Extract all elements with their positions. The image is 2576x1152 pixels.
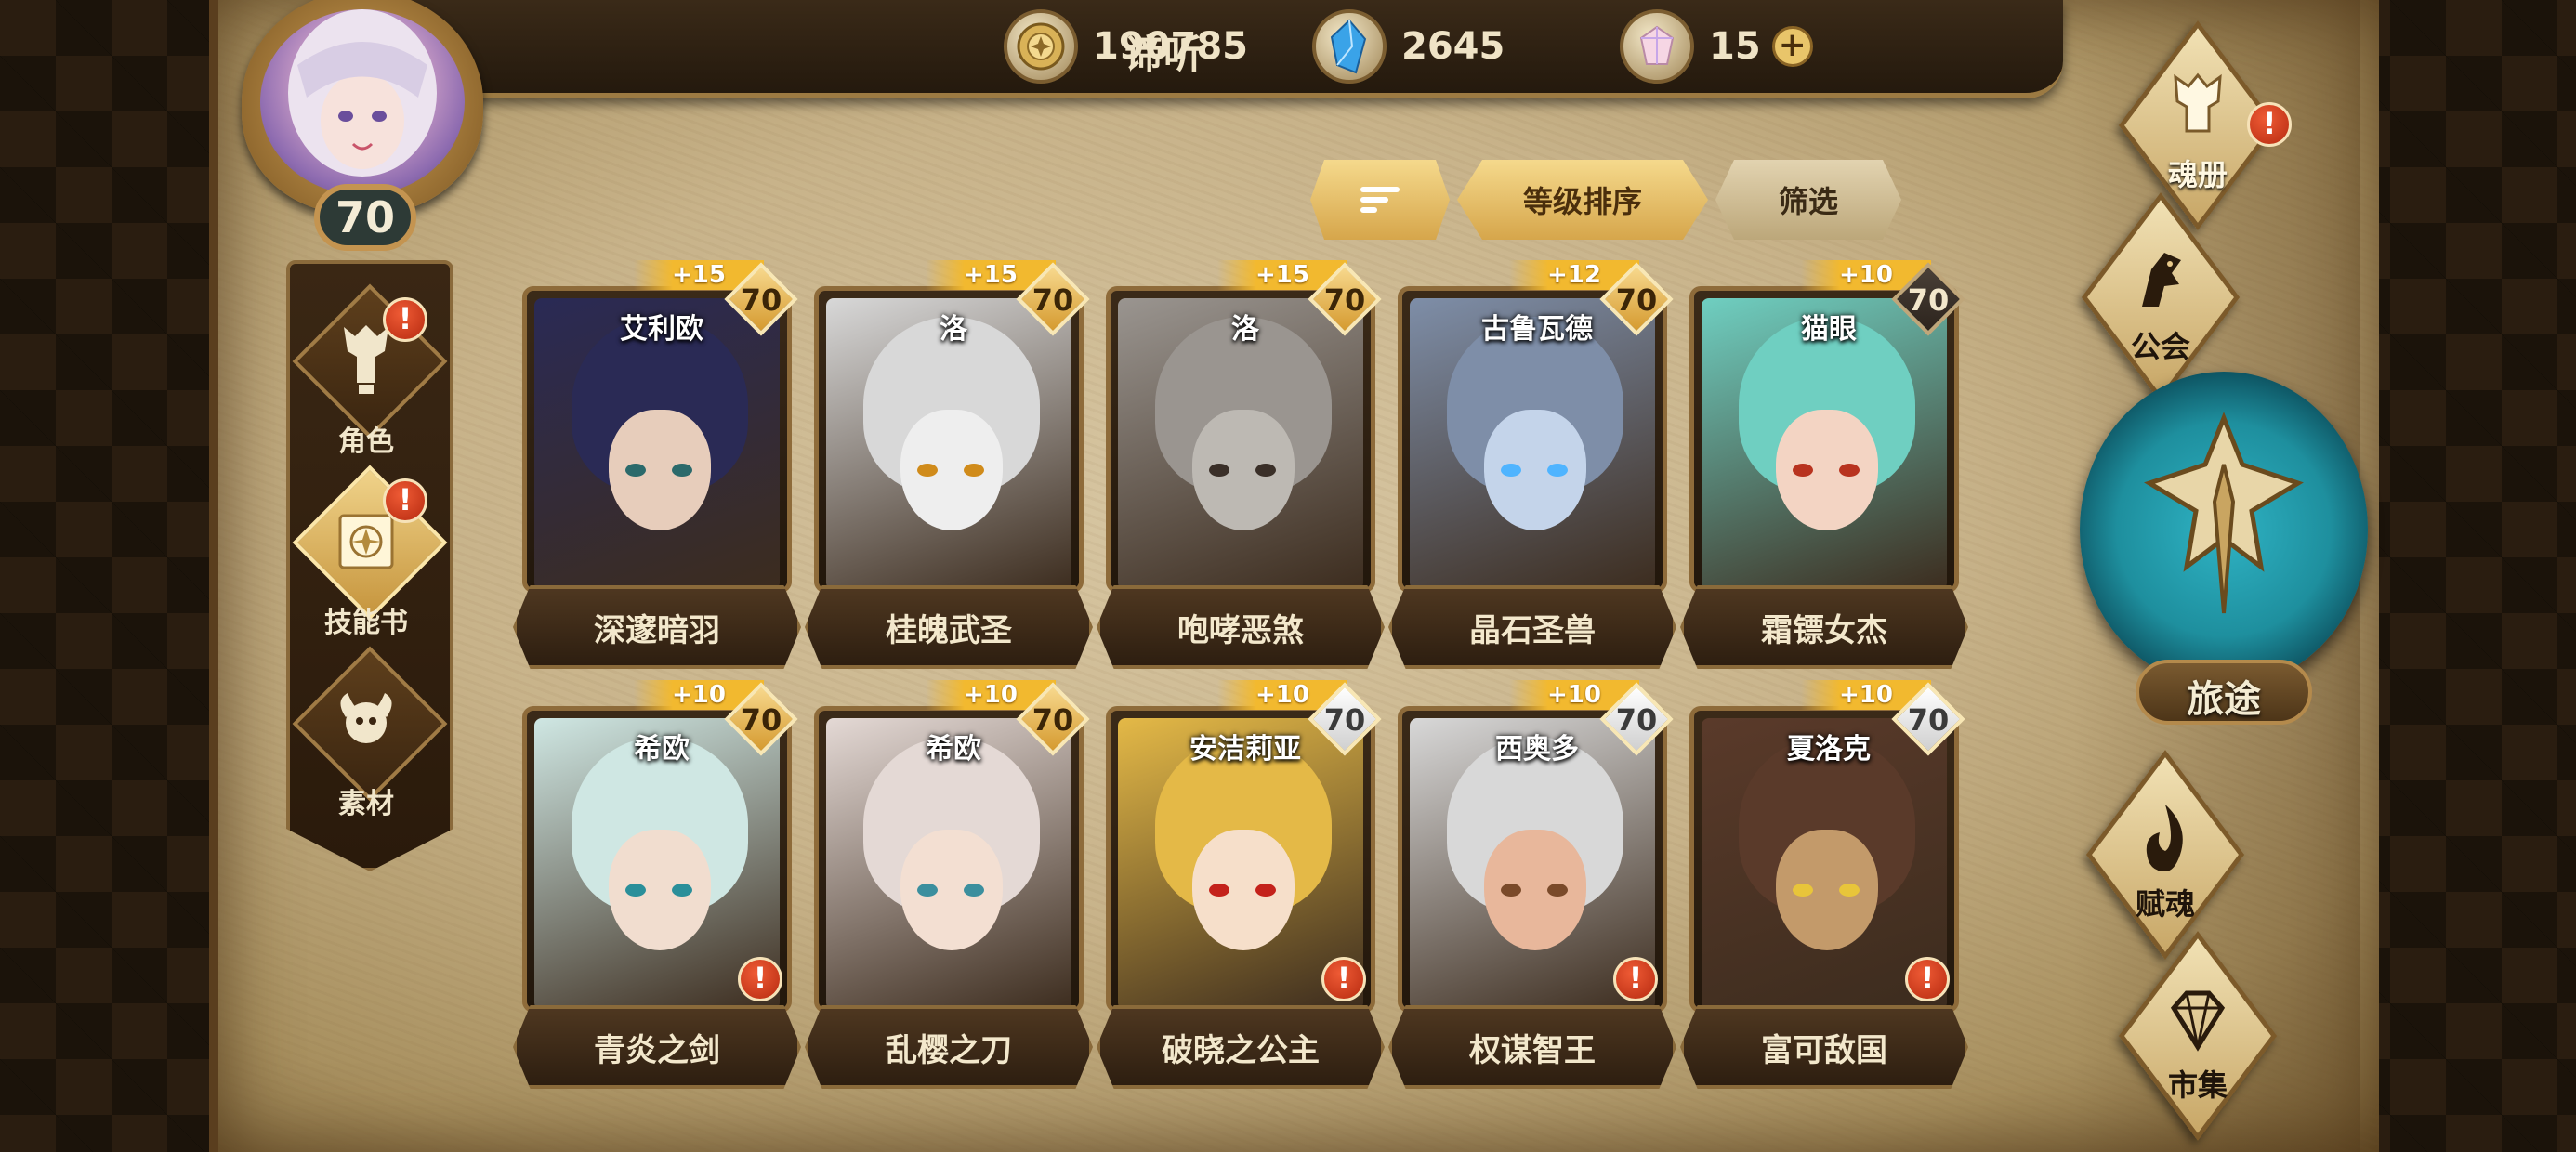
top-resource-bar: 谛听 190785 2645 15 + [409, 0, 2063, 98]
card-level-badge: 70 [1598, 682, 1678, 758]
nav-soul-book[interactable]: 魂册 ! [2058, 20, 2337, 230]
card-title: 乱樱之刀 [886, 1031, 1012, 1069]
journey-emblem-icon [2144, 412, 2304, 614]
side-item-material[interactable]: 素材 [286, 646, 448, 827]
card-level: 70 [1907, 702, 1950, 738]
card-title: 晶石圣兽 [1469, 611, 1596, 649]
card-level: 70 [1615, 702, 1658, 738]
card-plaque: 咆哮恶煞 [1097, 585, 1385, 669]
card-plaque: 权谋智王 [1388, 1005, 1676, 1089]
soul-card[interactable]: 西奥多 +10 70 权谋智王 ! [1388, 680, 1676, 1106]
player-level-badge: 70 [314, 184, 416, 251]
card-level: 70 [1615, 282, 1658, 318]
material-icon [329, 680, 403, 764]
alert-badge-icon: ! [2247, 102, 2292, 147]
sort-toolbar: 等级排序 筛选 [1310, 153, 1901, 246]
gold-amount: 190785 [1093, 25, 1248, 68]
soul-card[interactable]: 夏洛克 +10 70 富可敌国 ! [1680, 680, 1968, 1106]
nav-label: 旅途 [2187, 678, 2261, 721]
nav-label: 公会 [2130, 329, 2190, 364]
card-level: 70 [1323, 702, 1366, 738]
side-item-label: 技能书 [324, 607, 408, 639]
alert-badge-icon: ! [383, 297, 427, 342]
card-level-badge: 70 [1307, 682, 1387, 758]
card-level-badge: 70 [1015, 262, 1095, 338]
crystal-currency[interactable]: 2645 [1312, 9, 1505, 84]
alert-badge-icon: ! [383, 478, 427, 523]
player-avatar[interactable]: 70 [223, 0, 520, 265]
soul-card[interactable]: 希欧 +10 70 青炎之剑 ! [513, 680, 801, 1106]
crystal-amount: 2645 [1401, 25, 1505, 68]
side-item-label: 素材 [338, 788, 394, 820]
soul-card[interactable]: 艾利欧 +15 70 深邃暗羽 [513, 260, 801, 686]
nav-soul-empower[interactable]: 赋魂 [2026, 750, 2305, 960]
gold-currency[interactable]: 190785 [1004, 9, 1248, 84]
left-wall-background [0, 0, 223, 1152]
guild-icon [2123, 242, 2198, 325]
card-level: 70 [1032, 702, 1074, 738]
card-level-badge: 70 [723, 262, 803, 338]
nav-journey[interactable]: 旅途 [2070, 372, 2377, 762]
soul-card[interactable]: 安洁莉亚 +10 70 破晓之公主 ! [1097, 680, 1385, 1106]
card-title: 破晓之公主 [1162, 1031, 1320, 1069]
gold-coin-icon [1004, 9, 1078, 84]
soul-card[interactable]: 猫眼 +10 70 霜镖女杰 [1680, 260, 1968, 686]
card-title: 青炎之剑 [594, 1031, 720, 1069]
card-plaque: 青炎之剑 [513, 1005, 801, 1089]
card-title: 权谋智王 [1469, 1031, 1596, 1069]
card-plaque: 桂魄武圣 [805, 585, 1093, 669]
card-plaque: 破晓之公主 [1097, 1005, 1385, 1089]
level-sort-button[interactable]: 等级排序 [1457, 160, 1708, 240]
alert-badge-icon: ! [738, 957, 782, 1001]
card-level: 70 [740, 282, 782, 318]
card-plaque: 乱樱之刀 [805, 1005, 1093, 1089]
market-gem-icon [2161, 980, 2235, 1064]
card-title: 霜镖女杰 [1761, 611, 1887, 649]
card-title: 富可敌国 [1761, 1031, 1887, 1069]
rainbow-gem-icon [1620, 9, 1694, 84]
alert-badge-icon: ! [1905, 957, 1950, 1001]
gem-currency[interactable]: 15 + [1620, 9, 1813, 84]
soul-card[interactable]: 洛 +15 70 桂魄武圣 [805, 260, 1093, 686]
card-level-badge: 70 [1015, 682, 1095, 758]
avatar [260, 9, 465, 195]
card-title: 深邃暗羽 [594, 611, 720, 649]
card-plaque: 霜镖女杰 [1680, 585, 1968, 669]
sort-order-button[interactable] [1310, 160, 1450, 240]
card-level-badge: 70 [1307, 262, 1387, 338]
gem-amount: 15 [1709, 25, 1761, 68]
card-level: 70 [1032, 282, 1074, 318]
soul-card[interactable]: 洛 +15 70 咆哮恶煞 [1097, 260, 1385, 686]
card-level-badge: 70 [1598, 262, 1678, 338]
side-item-label: 角色 [338, 425, 394, 458]
card-level: 70 [740, 702, 782, 738]
nav-label: 赋魂 [2135, 886, 2195, 922]
card-level-badge: 70 [1890, 682, 1970, 758]
card-title: 咆哮恶煞 [1177, 611, 1304, 649]
nav-market[interactable]: 市集 [2058, 931, 2337, 1141]
nav-label: 魂册 [2167, 157, 2228, 192]
card-plaque: 富可敌国 [1680, 1005, 1968, 1089]
soul-book-icon [2161, 70, 2235, 153]
sort-lines-icon [1360, 187, 1400, 213]
card-level-badge: 70 [723, 682, 803, 758]
alert-badge-icon: ! [1613, 957, 1658, 1001]
blue-crystal-icon [1312, 9, 1387, 84]
soul-flame-icon [2128, 799, 2202, 883]
card-title: 桂魄武圣 [886, 611, 1012, 649]
card-plaque: 深邃暗羽 [513, 585, 801, 669]
card-level: 70 [1323, 282, 1366, 318]
card-plaque: 晶石圣兽 [1388, 585, 1676, 669]
add-gem-button[interactable]: + [1771, 26, 1813, 67]
card-level-badge: 70 [1890, 262, 1970, 338]
filter-button[interactable]: 筛选 [1715, 160, 1901, 240]
card-level: 70 [1907, 282, 1950, 318]
side-item-skill-book[interactable]: 技能书 ! [286, 465, 448, 646]
soul-card[interactable]: 希欧 +10 70 乱樱之刀 [805, 680, 1093, 1106]
nav-label: 市集 [2167, 1067, 2228, 1103]
soul-card[interactable]: 古鲁瓦德 +12 70 晶石圣兽 [1388, 260, 1676, 686]
alert-badge-icon: ! [1321, 957, 1366, 1001]
side-item-character[interactable]: 角色 ! [286, 283, 448, 465]
